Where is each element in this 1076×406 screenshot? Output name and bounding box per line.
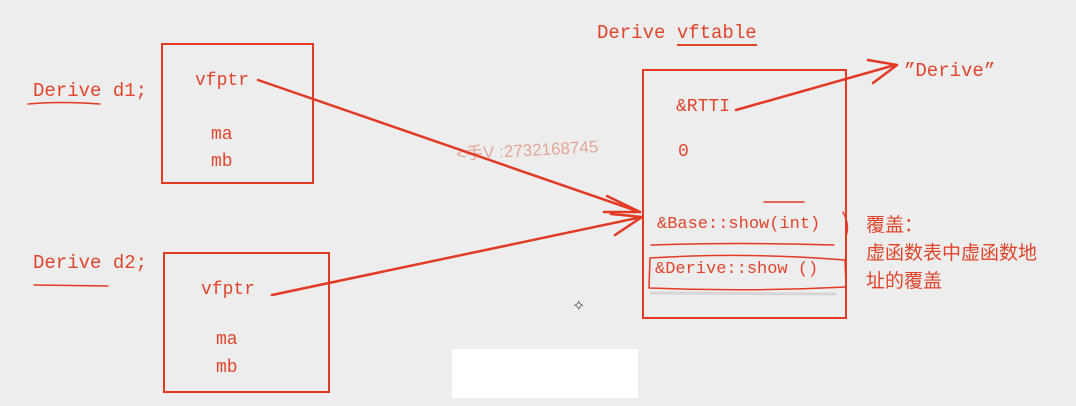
note-brace bbox=[842, 211, 849, 237]
arrow-rtti-to-derive bbox=[734, 63, 897, 112]
derive-show-box bbox=[648, 254, 847, 291]
vftable-separator bbox=[649, 291, 837, 296]
base-show-underline bbox=[650, 242, 835, 246]
arrow-d2-head bbox=[609, 212, 644, 237]
arrow-d2-to-vftable bbox=[270, 215, 644, 297]
d2-label-underline bbox=[33, 284, 109, 287]
arrow-d1-head bbox=[602, 194, 642, 214]
d1-label-underline bbox=[27, 101, 101, 105]
arrow-d1-to-vftable bbox=[256, 78, 642, 214]
annotation-overlay bbox=[27, 58, 899, 297]
